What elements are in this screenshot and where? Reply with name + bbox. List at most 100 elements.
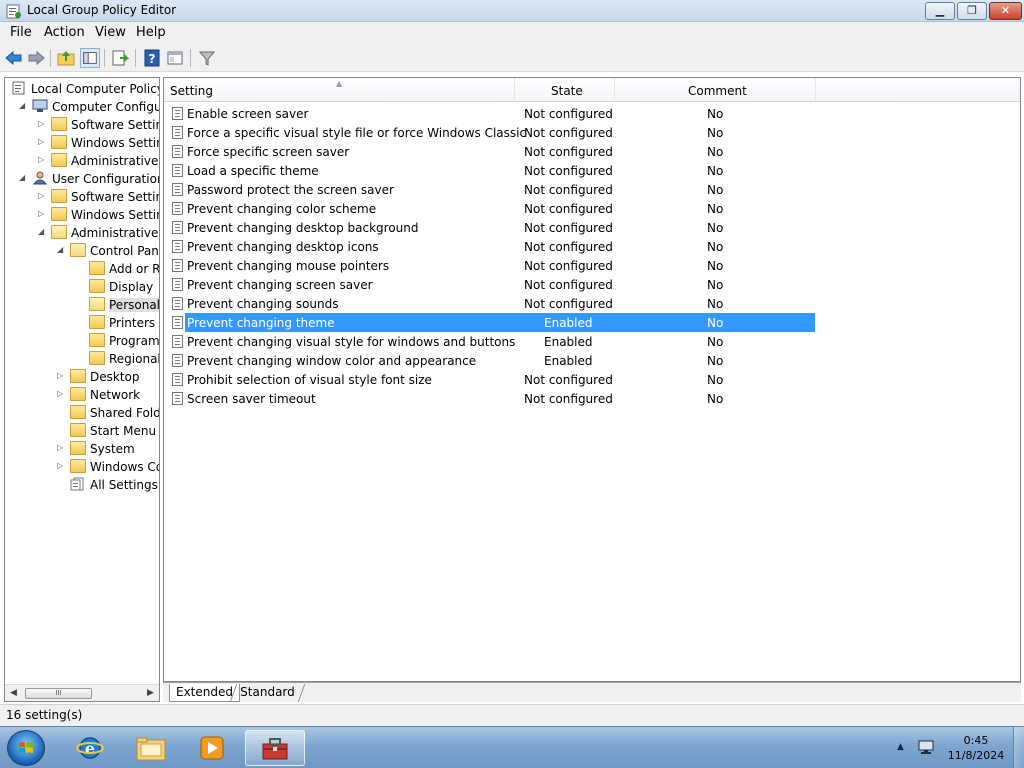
settings-row[interactable]: Prevent changing sounds Not configured No xyxy=(164,294,1020,313)
setting-comment: No xyxy=(707,221,724,235)
close-button[interactable]: ✕ xyxy=(989,2,1022,20)
network-icon[interactable] xyxy=(917,739,935,755)
policy-setting-icon xyxy=(172,373,183,386)
tree-item-label: Windows Setting xyxy=(71,136,159,150)
collapse-icon[interactable]: ◢ xyxy=(19,102,27,110)
settings-row[interactable]: Prevent changing mouse pointers Not confi… xyxy=(164,256,1020,275)
expand-icon[interactable]: ▷ xyxy=(57,444,65,452)
expand-icon[interactable]: ▷ xyxy=(38,156,46,164)
policy-setting-icon xyxy=(172,297,183,310)
column-header-state[interactable]: State xyxy=(515,78,615,102)
clock[interactable]: 0:45 11/8/2024 xyxy=(945,733,1007,763)
sort-ascending-icon: ▲ xyxy=(336,79,343,88)
settings-row[interactable]: Prevent changing visual style for window… xyxy=(164,332,1020,351)
tree-item-label: Computer Configura xyxy=(52,100,159,114)
folder-icon xyxy=(70,441,86,455)
tree-item-label: Network xyxy=(90,388,141,402)
scroll-right-icon[interactable]: ▶ xyxy=(147,688,154,698)
minimize-button[interactable]: ▁ xyxy=(925,2,955,20)
setting-name: Prevent changing screen saver xyxy=(187,278,373,292)
collapse-icon[interactable]: ◢ xyxy=(38,228,46,236)
policy-setting-icon xyxy=(172,240,183,253)
settings-row[interactable]: Load a specific theme Not configured No xyxy=(164,161,1020,180)
tab-standard[interactable]: Standard xyxy=(229,684,305,702)
menu-view[interactable]: View xyxy=(95,25,126,40)
tree-item-label: Start Menu ar xyxy=(90,424,159,438)
expand-icon[interactable]: ▷ xyxy=(57,372,65,380)
tree-item-label: Regional a xyxy=(109,352,160,366)
expand-icon[interactable]: ▷ xyxy=(38,192,46,200)
expand-icon[interactable]: ▷ xyxy=(38,138,46,146)
settings-row[interactable]: Screen saver timeout Not configured No xyxy=(164,389,1020,408)
expand-icon[interactable]: ▷ xyxy=(38,210,46,218)
svg-text:e: e xyxy=(85,739,95,758)
settings-list[interactable]: ▲ Setting State Comment Enable screen sa… xyxy=(163,77,1021,682)
tree-item-label: Administrative Te xyxy=(71,226,159,240)
tree-horizontal-scrollbar[interactable]: ◀ III ▶ xyxy=(5,684,159,701)
show-desktop-button[interactable] xyxy=(1013,727,1024,768)
scrollbar-thumb[interactable]: III xyxy=(25,688,92,699)
setting-state: Not configured xyxy=(524,297,613,311)
policy-setting-icon xyxy=(172,335,183,348)
taskbar-windows-explorer[interactable] xyxy=(123,730,179,766)
media-player-icon xyxy=(200,736,224,760)
settings-row[interactable]: Prevent changing color scheme Not configu… xyxy=(164,199,1020,218)
tree-item-label: Programs xyxy=(109,334,160,348)
help-icon[interactable]: ? xyxy=(142,48,162,68)
open-folder-icon xyxy=(70,243,86,257)
show-hide-tree-icon[interactable] xyxy=(80,48,100,68)
column-header-comment[interactable]: Comment xyxy=(615,78,816,102)
column-header-setting[interactable]: ▲ Setting xyxy=(164,78,515,102)
filter-icon[interactable] xyxy=(197,48,217,68)
setting-state: Not configured xyxy=(524,183,613,197)
settings-row[interactable]: Force specific screen saver Not configure… xyxy=(164,142,1020,161)
settings-row[interactable]: Prevent changing theme Enabled No xyxy=(164,313,1020,332)
setting-name: Prevent changing window color and appear… xyxy=(187,354,477,368)
collapse-icon[interactable]: ◢ xyxy=(19,174,27,182)
scroll-left-icon[interactable]: ◀ xyxy=(10,688,17,698)
tab-extended[interactable]: Extended xyxy=(169,684,240,702)
forward-arrow-icon[interactable] xyxy=(26,48,46,68)
collapse-icon[interactable]: ◢ xyxy=(57,246,65,254)
settings-row[interactable]: Password protect the screen saver Not con… xyxy=(164,180,1020,199)
taskbar-group-policy-editor[interactable] xyxy=(245,730,305,766)
menu-help[interactable]: Help xyxy=(136,25,166,40)
settings-row[interactable]: Prevent changing screen saver Not configu… xyxy=(164,275,1020,294)
taskbar-internet-explorer[interactable]: e xyxy=(62,730,118,766)
maximize-button[interactable]: ❐ xyxy=(957,2,987,20)
policy-setting-icon xyxy=(172,183,183,196)
expand-icon[interactable]: ▷ xyxy=(38,120,46,128)
properties-icon[interactable] xyxy=(165,48,185,68)
settings-row[interactable]: Prevent changing window color and appear… xyxy=(164,351,1020,370)
expand-icon[interactable]: ▷ xyxy=(57,390,65,398)
setting-comment: No xyxy=(707,183,724,197)
title-bar[interactable]: Local Group Policy Editor ▁ ❐ ✕ xyxy=(0,0,1024,22)
folder-icon xyxy=(51,135,67,149)
export-list-icon[interactable] xyxy=(110,48,130,68)
taskbar-media-player[interactable] xyxy=(184,730,240,766)
expand-icon[interactable]: ▷ xyxy=(57,462,65,470)
restore-icon: ❐ xyxy=(967,4,977,17)
settings-row[interactable]: Force a specific visual style file or fo… xyxy=(164,123,1020,142)
up-folder-icon[interactable] xyxy=(56,48,76,68)
settings-row[interactable]: Prevent changing desktop background Not c… xyxy=(164,218,1020,237)
console-tree[interactable]: Local Computer Policy ◢ Computer Configura… xyxy=(4,77,160,702)
setting-name: Prevent changing desktop background xyxy=(187,221,419,235)
setting-name: Prevent changing mouse pointers xyxy=(187,259,390,273)
back-arrow-icon[interactable] xyxy=(4,48,24,68)
toolbar-separator xyxy=(50,49,51,67)
settings-row[interactable]: Enable screen saver Not configured No xyxy=(164,104,1020,123)
menu-action[interactable]: Action xyxy=(44,25,85,40)
policy-setting-icon xyxy=(172,107,183,120)
setting-state: Not configured xyxy=(524,202,613,216)
setting-comment: No xyxy=(707,316,724,330)
settings-row[interactable]: Prohibit selection of visual style font … xyxy=(164,370,1020,389)
setting-name: Prohibit selection of visual style font … xyxy=(187,373,432,387)
menu-file[interactable]: File xyxy=(10,25,32,40)
settings-row[interactable]: Prevent changing desktop icons Not config… xyxy=(164,237,1020,256)
window-title: Local Group Policy Editor xyxy=(27,3,177,17)
setting-name: Password protect the screen saver xyxy=(187,183,394,197)
start-button[interactable] xyxy=(7,730,45,766)
setting-state: Enabled xyxy=(544,335,593,349)
show-hidden-icons-icon[interactable]: ▲ xyxy=(897,742,904,752)
